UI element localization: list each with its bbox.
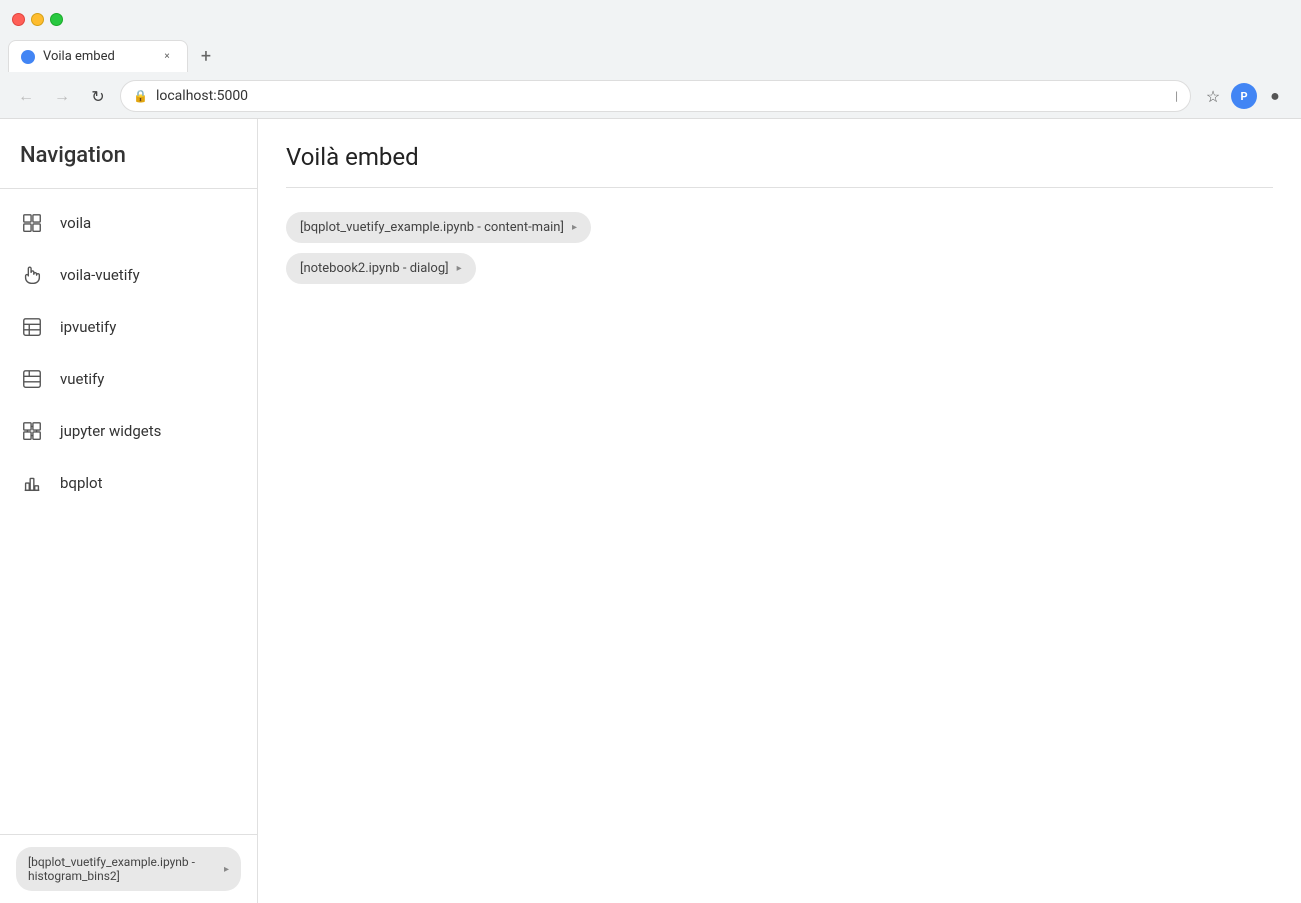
address-text: localhost:5000 <box>156 88 1167 104</box>
sidebar-item-vuetify-label: vuetify <box>60 370 104 388</box>
bookmark-button[interactable]: ☆ <box>1199 82 1227 110</box>
hand-icon <box>20 263 44 287</box>
traffic-lights <box>12 13 63 26</box>
sidebar-item-voila-label: voila <box>60 214 91 232</box>
nav-right-icons: ☆ P ● <box>1199 82 1289 110</box>
sidebar-item-bqplot[interactable]: bqplot <box>0 457 257 509</box>
sidebar-footer-chip[interactable]: [bqplot_vuetify_example.ipynb - histogra… <box>16 847 241 891</box>
browser-chrome: Voila embed × + ← → ↻ 🔒 localhost:5000 |… <box>0 0 1301 119</box>
address-cursor: | <box>1175 89 1178 103</box>
title-bar <box>0 0 1301 38</box>
sidebar-item-ipvuetify[interactable]: ipvuetify <box>0 301 257 353</box>
content-chip-0-arrow: ▸ <box>572 222 577 233</box>
sidebar-footer: [bqplot_vuetify_example.ipynb - histogra… <box>0 834 257 903</box>
content-chip-0[interactable]: [bqplot_vuetify_example.ipynb - content-… <box>286 212 591 243</box>
page-title: Voilà embed <box>286 143 1273 188</box>
address-bar-wrap: 🔒 localhost:5000 | <box>120 80 1191 112</box>
grid-icon <box>20 211 44 235</box>
table2-icon <box>20 367 44 391</box>
sidebar-item-jupyter-widgets[interactable]: jupyter widgets <box>0 405 257 457</box>
sidebar-footer-chip-arrow: ▸ <box>224 864 229 875</box>
sidebar-item-vuetify[interactable]: vuetify <box>0 353 257 405</box>
sidebar-item-bqplot-label: bqplot <box>60 474 102 492</box>
new-tab-button[interactable]: + <box>192 42 220 70</box>
content-chip-0-label: [bqplot_vuetify_example.ipynb - content-… <box>300 220 564 235</box>
content-chip-1-label: [notebook2.ipynb - dialog] <box>300 261 449 276</box>
bar-chart-icon <box>20 471 44 495</box>
forward-button[interactable]: → <box>48 82 76 110</box>
tab-bar: Voila embed × + <box>0 38 1301 74</box>
minimize-window-button[interactable] <box>31 13 44 26</box>
tab-label: Voila embed <box>43 49 151 64</box>
back-button[interactable]: ← <box>12 82 40 110</box>
extensions-button[interactable]: ● <box>1261 82 1289 110</box>
sidebar-item-jupyter-widgets-label: jupyter widgets <box>60 422 161 440</box>
main-content: Voilà embed [bqplot_vuetify_example.ipyn… <box>258 119 1301 903</box>
tab-close-button[interactable]: × <box>159 49 175 65</box>
sidebar-footer-chip-label: [bqplot_vuetify_example.ipynb - histogra… <box>28 855 218 883</box>
address-bar[interactable]: 🔒 localhost:5000 | <box>120 80 1191 112</box>
content-chip-1-arrow: ▸ <box>457 263 462 274</box>
lock-icon: 🔒 <box>133 89 148 103</box>
tab-favicon <box>21 50 35 64</box>
reload-button[interactable]: ↻ <box>84 82 112 110</box>
profile-button[interactable]: P <box>1231 83 1257 109</box>
sidebar: Navigation voila <box>0 119 258 903</box>
active-tab[interactable]: Voila embed × <box>8 40 188 72</box>
sidebar-item-voila-vuetify[interactable]: voila-vuetify <box>0 249 257 301</box>
nav-bar: ← → ↻ 🔒 localhost:5000 | ☆ P ● <box>0 74 1301 118</box>
sidebar-title: Navigation <box>0 119 257 189</box>
sidebar-nav: voila voila-vuetify <box>0 189 257 834</box>
maximize-window-button[interactable] <box>50 13 63 26</box>
sidebar-item-voila[interactable]: voila <box>0 197 257 249</box>
close-window-button[interactable] <box>12 13 25 26</box>
content-chip-1[interactable]: [notebook2.ipynb - dialog] ▸ <box>286 253 476 284</box>
sidebar-item-ipvuetify-label: ipvuetify <box>60 318 116 336</box>
puzzle-icon <box>20 419 44 443</box>
chips-container: [bqplot_vuetify_example.ipynb - content-… <box>286 212 1273 284</box>
sidebar-item-voila-vuetify-label: voila-vuetify <box>60 266 140 284</box>
app-container: Navigation voila <box>0 119 1301 903</box>
table-icon <box>20 315 44 339</box>
